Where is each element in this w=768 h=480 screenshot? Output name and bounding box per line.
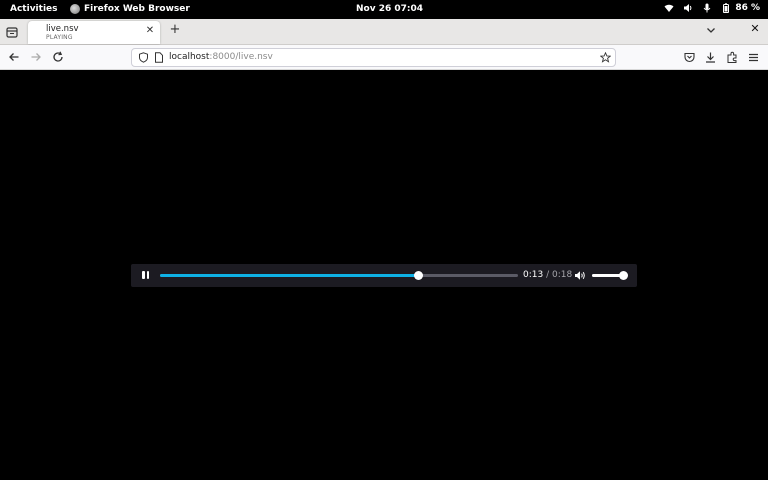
battery-icon [723, 3, 730, 13]
seek-thumb[interactable] [413, 271, 423, 280]
system-top-bar: Activities Firefox Web Browser Nov 26 07… [0, 0, 768, 19]
pocket-icon[interactable] [683, 51, 696, 64]
reload-icon[interactable] [51, 50, 65, 64]
tab-playing-status: PLAYING [46, 34, 73, 41]
firefox-view-icon[interactable] [5, 25, 19, 39]
current-time: 0:13 [523, 270, 544, 280]
hamburger-menu-icon[interactable] [747, 51, 760, 64]
video-controls-bar: 0:13 / 0:18 [131, 264, 637, 287]
app-menu[interactable]: Firefox Web Browser [70, 4, 190, 14]
url-bar[interactable]: localhost:8000/live.nsv [131, 48, 616, 67]
time-readout: 0:13 / 0:18 [523, 270, 572, 280]
pause-button[interactable] [140, 270, 151, 281]
window-close-icon[interactable]: ✕ [748, 22, 762, 36]
volume-thumb[interactable] [619, 271, 628, 280]
firefox-icon [70, 4, 80, 14]
system-tray[interactable]: 86 % [664, 3, 760, 13]
seek-slider[interactable] [160, 271, 518, 280]
activities-button[interactable]: Activities [10, 4, 58, 14]
chevron-down-icon[interactable] [704, 23, 718, 37]
page-info-icon[interactable] [154, 52, 164, 63]
microphone-icon [703, 3, 711, 13]
wifi-icon [664, 4, 674, 12]
extensions-icon[interactable] [726, 51, 739, 64]
url-host: localhost [169, 52, 210, 62]
new-tab-icon[interactable]: + [168, 23, 182, 37]
tab-strip: live.nsv PLAYING ✕ + ✕ [0, 19, 768, 45]
app-name: Firefox Web Browser [84, 4, 190, 14]
downloads-icon[interactable] [704, 51, 717, 64]
time-separator: / [543, 270, 552, 280]
pause-icon [142, 271, 145, 279]
video-viewport[interactable]: 0:13 / 0:18 [0, 70, 768, 480]
duration: 0:18 [551, 270, 573, 280]
tracking-protection-icon[interactable] [138, 52, 149, 63]
volume-slider[interactable] [592, 271, 628, 280]
clock[interactable]: Nov 26 07:04 [356, 4, 423, 14]
volume-icon[interactable] [574, 270, 586, 281]
tab-live-nsv[interactable]: live.nsv PLAYING ✕ [28, 21, 160, 44]
seek-progress [160, 274, 418, 277]
navigation-toolbar: localhost:8000/live.nsv [0, 45, 768, 70]
speaker-icon [684, 4, 692, 12]
bookmark-star-icon[interactable] [600, 52, 611, 63]
tab-close-icon[interactable]: ✕ [145, 26, 155, 36]
url-path: :8000/live.nsv [209, 52, 273, 62]
back-icon[interactable] [7, 50, 21, 64]
tab-title: live.nsv [46, 24, 79, 34]
url-text[interactable]: localhost:8000/live.nsv [169, 52, 273, 62]
forward-icon[interactable] [29, 50, 43, 64]
battery-percent: 86 % [735, 3, 760, 13]
